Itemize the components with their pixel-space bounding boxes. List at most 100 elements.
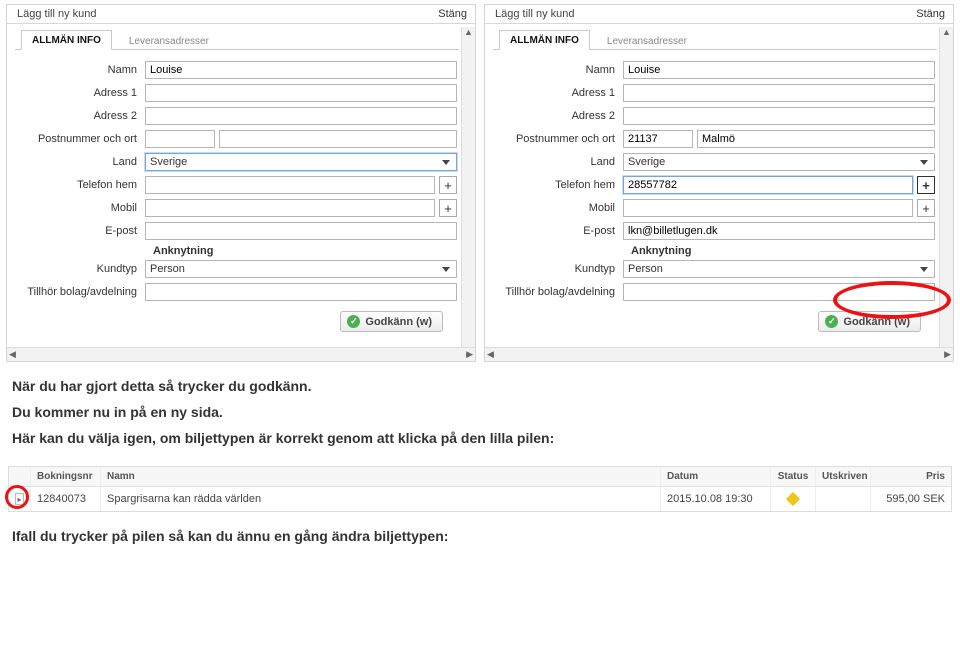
email-field[interactable] [145, 222, 457, 240]
cell-pris: 595,00 SEK [871, 487, 951, 511]
name-field[interactable] [623, 61, 935, 79]
address1-field[interactable] [145, 84, 457, 102]
add-phone-button[interactable]: + [439, 176, 457, 194]
postcode-field[interactable] [145, 130, 215, 148]
section-attachment: Anknytning [17, 245, 457, 257]
vscroll[interactable]: ▲ [461, 27, 475, 347]
label-email: E-post [17, 225, 145, 237]
doc-p4: Ifall du trycker på pilen så kan du ännu… [12, 528, 948, 544]
label-phone-home: Telefon hem [17, 179, 145, 191]
phone-home-field[interactable] [623, 176, 913, 194]
label-address2: Adress 2 [495, 110, 623, 122]
postcode-field[interactable] [623, 130, 693, 148]
scroll-right-icon: ▶ [944, 349, 951, 360]
form: Namn Adress 1 Adress 2 Postnummer och or… [15, 50, 459, 340]
plus-icon: + [922, 178, 930, 193]
pane-title: Lägg till ny kund [495, 8, 575, 20]
cust-type-select[interactable]: Person [145, 260, 457, 278]
expand-arrow-icon[interactable]: ▸ [15, 493, 24, 505]
doc-p1: När du har gjort detta så trycker du god… [12, 378, 948, 394]
check-icon: ✓ [825, 315, 838, 328]
caret-down-icon [442, 160, 450, 165]
add-mobile-button[interactable]: + [917, 199, 935, 217]
approve-button[interactable]: ✓ Godkänn (w) [340, 311, 443, 332]
caret-down-icon [442, 267, 450, 272]
label-address2: Adress 2 [17, 110, 145, 122]
label-cust-type: Kundtyp [17, 263, 145, 275]
country-value: Sverige [150, 156, 187, 168]
scroll-up-icon: ▲ [942, 27, 951, 37]
label-phone-home: Telefon hem [495, 179, 623, 191]
doc-instructions-2: Ifall du trycker på pilen så kan du ännu… [0, 512, 960, 564]
address2-field[interactable] [623, 107, 935, 125]
doc-instructions: När du har gjort detta så trycker du god… [0, 362, 960, 466]
customer-pane-left: Lägg till ny kund Stäng ▲ ALLMÄN INFO Le… [6, 4, 476, 362]
scroll-right-icon: ▶ [466, 349, 473, 360]
check-icon: ✓ [347, 315, 360, 328]
expand-cell[interactable]: ▸ [9, 487, 31, 511]
approve-label: Godkänn (w) [365, 316, 432, 328]
label-postcode-city: Postnummer och ort [495, 133, 623, 145]
label-address1: Adress 1 [17, 87, 145, 99]
col-status: Status [771, 467, 816, 486]
label-mobile: Mobil [495, 202, 623, 214]
cell-datum: 2015.10.08 19:30 [661, 487, 771, 511]
hscroll[interactable]: ◀ ▶ [7, 347, 475, 361]
table-row[interactable]: ▸ 12840073 Spargrisarna kan rädda världe… [9, 487, 951, 511]
add-phone-button[interactable]: + [917, 176, 935, 194]
address2-field[interactable] [145, 107, 457, 125]
phone-home-field[interactable] [145, 176, 435, 194]
plus-icon: + [444, 178, 452, 193]
col-namn: Namn [101, 467, 661, 486]
caret-down-icon [920, 267, 928, 272]
label-cust-type: Kundtyp [495, 263, 623, 275]
close-button[interactable]: Stäng [438, 8, 467, 20]
vscroll[interactable]: ▲ [939, 27, 953, 347]
col-pris: Pris [871, 467, 951, 486]
cell-status [771, 487, 816, 511]
tab-delivery[interactable]: Leveransadresser [118, 31, 220, 50]
doc-p2: Du kommer nu in på en ny sida. [12, 404, 948, 420]
cust-type-value: Person [150, 263, 185, 275]
company-dept-field[interactable] [623, 283, 935, 301]
customer-pane-right: Lägg till ny kund Stäng ▲ ALLMÄN INFO Le… [484, 4, 954, 362]
address1-field[interactable] [623, 84, 935, 102]
label-country: Land [17, 156, 145, 168]
country-value: Sverige [628, 156, 665, 168]
hscroll[interactable]: ◀ ▶ [485, 347, 953, 361]
country-select[interactable]: Sverige [623, 153, 935, 171]
add-mobile-button[interactable]: + [439, 199, 457, 217]
approve-button[interactable]: ✓ Godkänn (w) [818, 311, 921, 332]
cell-boknr: 12840073 [31, 487, 101, 511]
scroll-left-icon: ◀ [9, 349, 16, 360]
col-utskriven: Utskriven [816, 467, 871, 486]
label-name: Namn [17, 64, 145, 76]
name-field[interactable] [145, 61, 457, 79]
close-button[interactable]: Stäng [916, 8, 945, 20]
tab-general[interactable]: ALLMÄN INFO [499, 30, 590, 50]
city-field[interactable] [219, 130, 457, 148]
form: Namn Adress 1 Adress 2 Postnummer och or… [493, 50, 937, 340]
city-field[interactable] [697, 130, 935, 148]
caret-down-icon [920, 160, 928, 165]
label-address1: Adress 1 [495, 87, 623, 99]
table-header-row: Bokningsnr Namn Datum Status Utskriven P… [9, 467, 951, 487]
plus-icon: + [922, 201, 930, 216]
section-attachment: Anknytning [495, 245, 935, 257]
label-name: Namn [495, 64, 623, 76]
email-field[interactable] [623, 222, 935, 240]
tab-general[interactable]: ALLMÄN INFO [21, 30, 112, 50]
tab-delivery[interactable]: Leveransadresser [596, 31, 698, 50]
approve-label: Godkänn (w) [843, 316, 910, 328]
col-datum: Datum [661, 467, 771, 486]
label-mobile: Mobil [17, 202, 145, 214]
company-dept-field[interactable] [145, 283, 457, 301]
cust-type-select[interactable]: Person [623, 260, 935, 278]
tabs: ALLMÄN INFO Leveransadresser [493, 30, 937, 50]
mobile-field[interactable] [623, 199, 913, 217]
mobile-field[interactable] [145, 199, 435, 217]
country-select[interactable]: Sverige [145, 153, 457, 171]
scroll-left-icon: ◀ [487, 349, 494, 360]
col-boknr: Bokningsnr [31, 467, 101, 486]
booking-table: Bokningsnr Namn Datum Status Utskriven P… [8, 466, 952, 512]
